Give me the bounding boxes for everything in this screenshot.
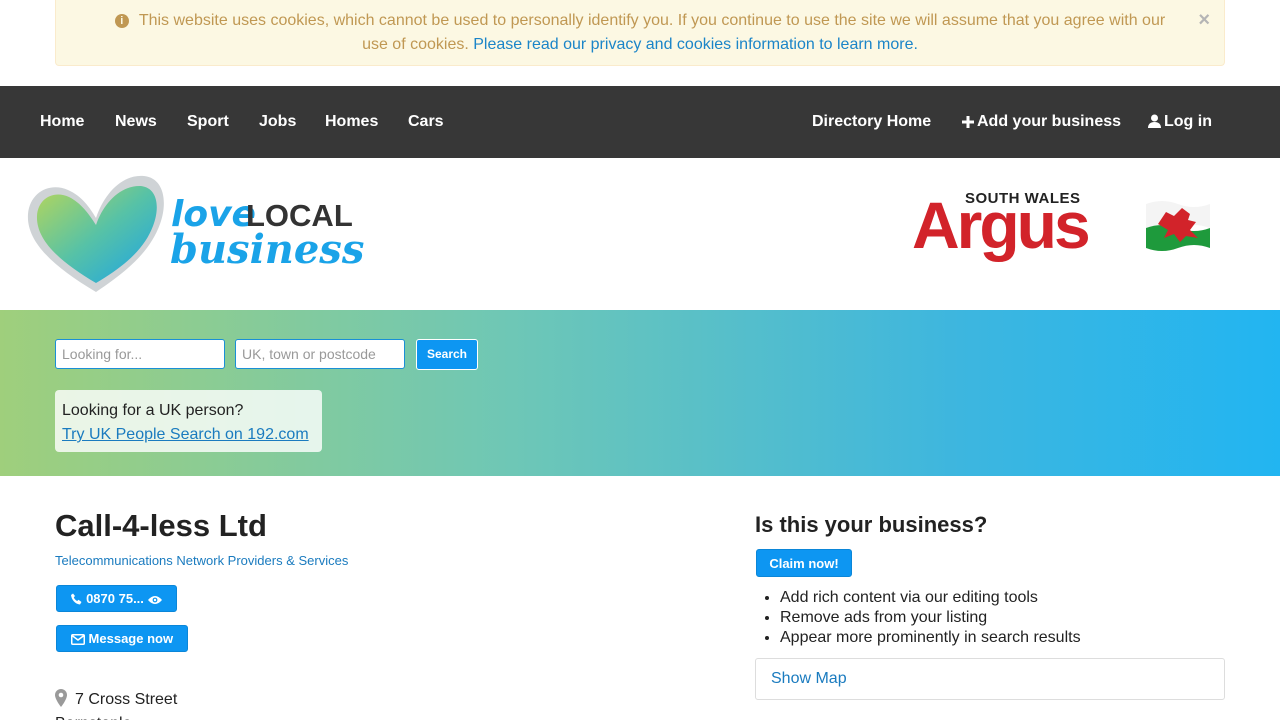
people-search-box: Looking for a UK person? Try UK People S… [55,390,322,452]
user-icon [1148,114,1161,128]
people-search-link[interactable]: Try UK People Search on 192.com [62,426,309,443]
logo-word-business: business [170,226,365,273]
phone-button[interactable]: 0870 75... [56,585,177,612]
cookie-banner: i This website uses cookies, which cannot… [55,0,1225,66]
south-wales-argus-logo[interactable]: SOUTH WALES Argus [910,190,1215,262]
nav-directory-home[interactable]: Directory Home [812,86,931,158]
benefit-item: Appear more prominently in search result… [780,628,1081,648]
nav-log-in-label: Log in [1164,113,1212,130]
phone-icon [71,593,82,605]
claim-benefits-list: Add rich content via our editing tools R… [780,588,1081,648]
search-button[interactable]: Search [416,339,478,370]
close-icon[interactable]: × [1198,8,1210,32]
nav-log-in[interactable]: Log in [1148,86,1212,158]
claim-title: Is this your business? [755,512,988,537]
eye-icon [147,596,162,604]
nav-homes[interactable]: Homes [325,86,378,158]
claim-now-button[interactable]: Claim now! [756,549,852,577]
argus-logo-wordmark: Argus [912,188,1091,262]
what-search-input[interactable]: Looking for... [55,339,225,369]
privacy-link[interactable]: Please read our privacy and cookies info… [473,36,918,53]
business-category-link[interactable]: Telecommunications Network Providers & S… [55,553,348,568]
address-line-2: Barnstaple [55,712,177,720]
info-icon: i [114,14,129,28]
benefit-item: Remove ads from your listing [780,608,1081,628]
message-now-label: Message now [88,631,174,646]
envelope-icon [70,634,85,645]
nav-news[interactable]: News [115,86,157,158]
phone-number: 0870 75... [86,591,144,606]
main-nav: Home News Sport Jobs Homes Cars Director… [0,86,1280,158]
nav-cars[interactable]: Cars [408,86,444,158]
welsh-flag-icon [1146,201,1210,251]
nav-sport[interactable]: Sport [187,86,229,158]
nav-jobs[interactable]: Jobs [259,86,296,158]
business-name: Call-4-less Ltd [55,508,267,543]
message-now-button[interactable]: Message now [56,625,188,652]
nav-add-business[interactable]: Add your business [962,86,1121,158]
business-address: 7 Cross Street Barnstaple [55,688,177,720]
people-search-question: Looking for a UK person? [62,402,244,419]
map-marker-icon [55,689,67,707]
where-search-input[interactable]: UK, town or postcode [235,339,405,369]
search-band: Looking for... UK, town or postcode Sear… [0,310,1280,476]
nav-home[interactable]: Home [40,86,84,158]
nav-add-business-label: Add your business [977,113,1122,130]
heart-logo-icon [27,175,164,292]
benefit-item: Add rich content via our editing tools [780,588,1081,608]
address-line-1: 7 Cross Street [75,691,178,708]
love-local-business-logo[interactable]: love LOCAL business [24,172,364,297]
show-map-toggle[interactable]: Show Map [755,658,1225,700]
plus-icon [962,116,974,128]
